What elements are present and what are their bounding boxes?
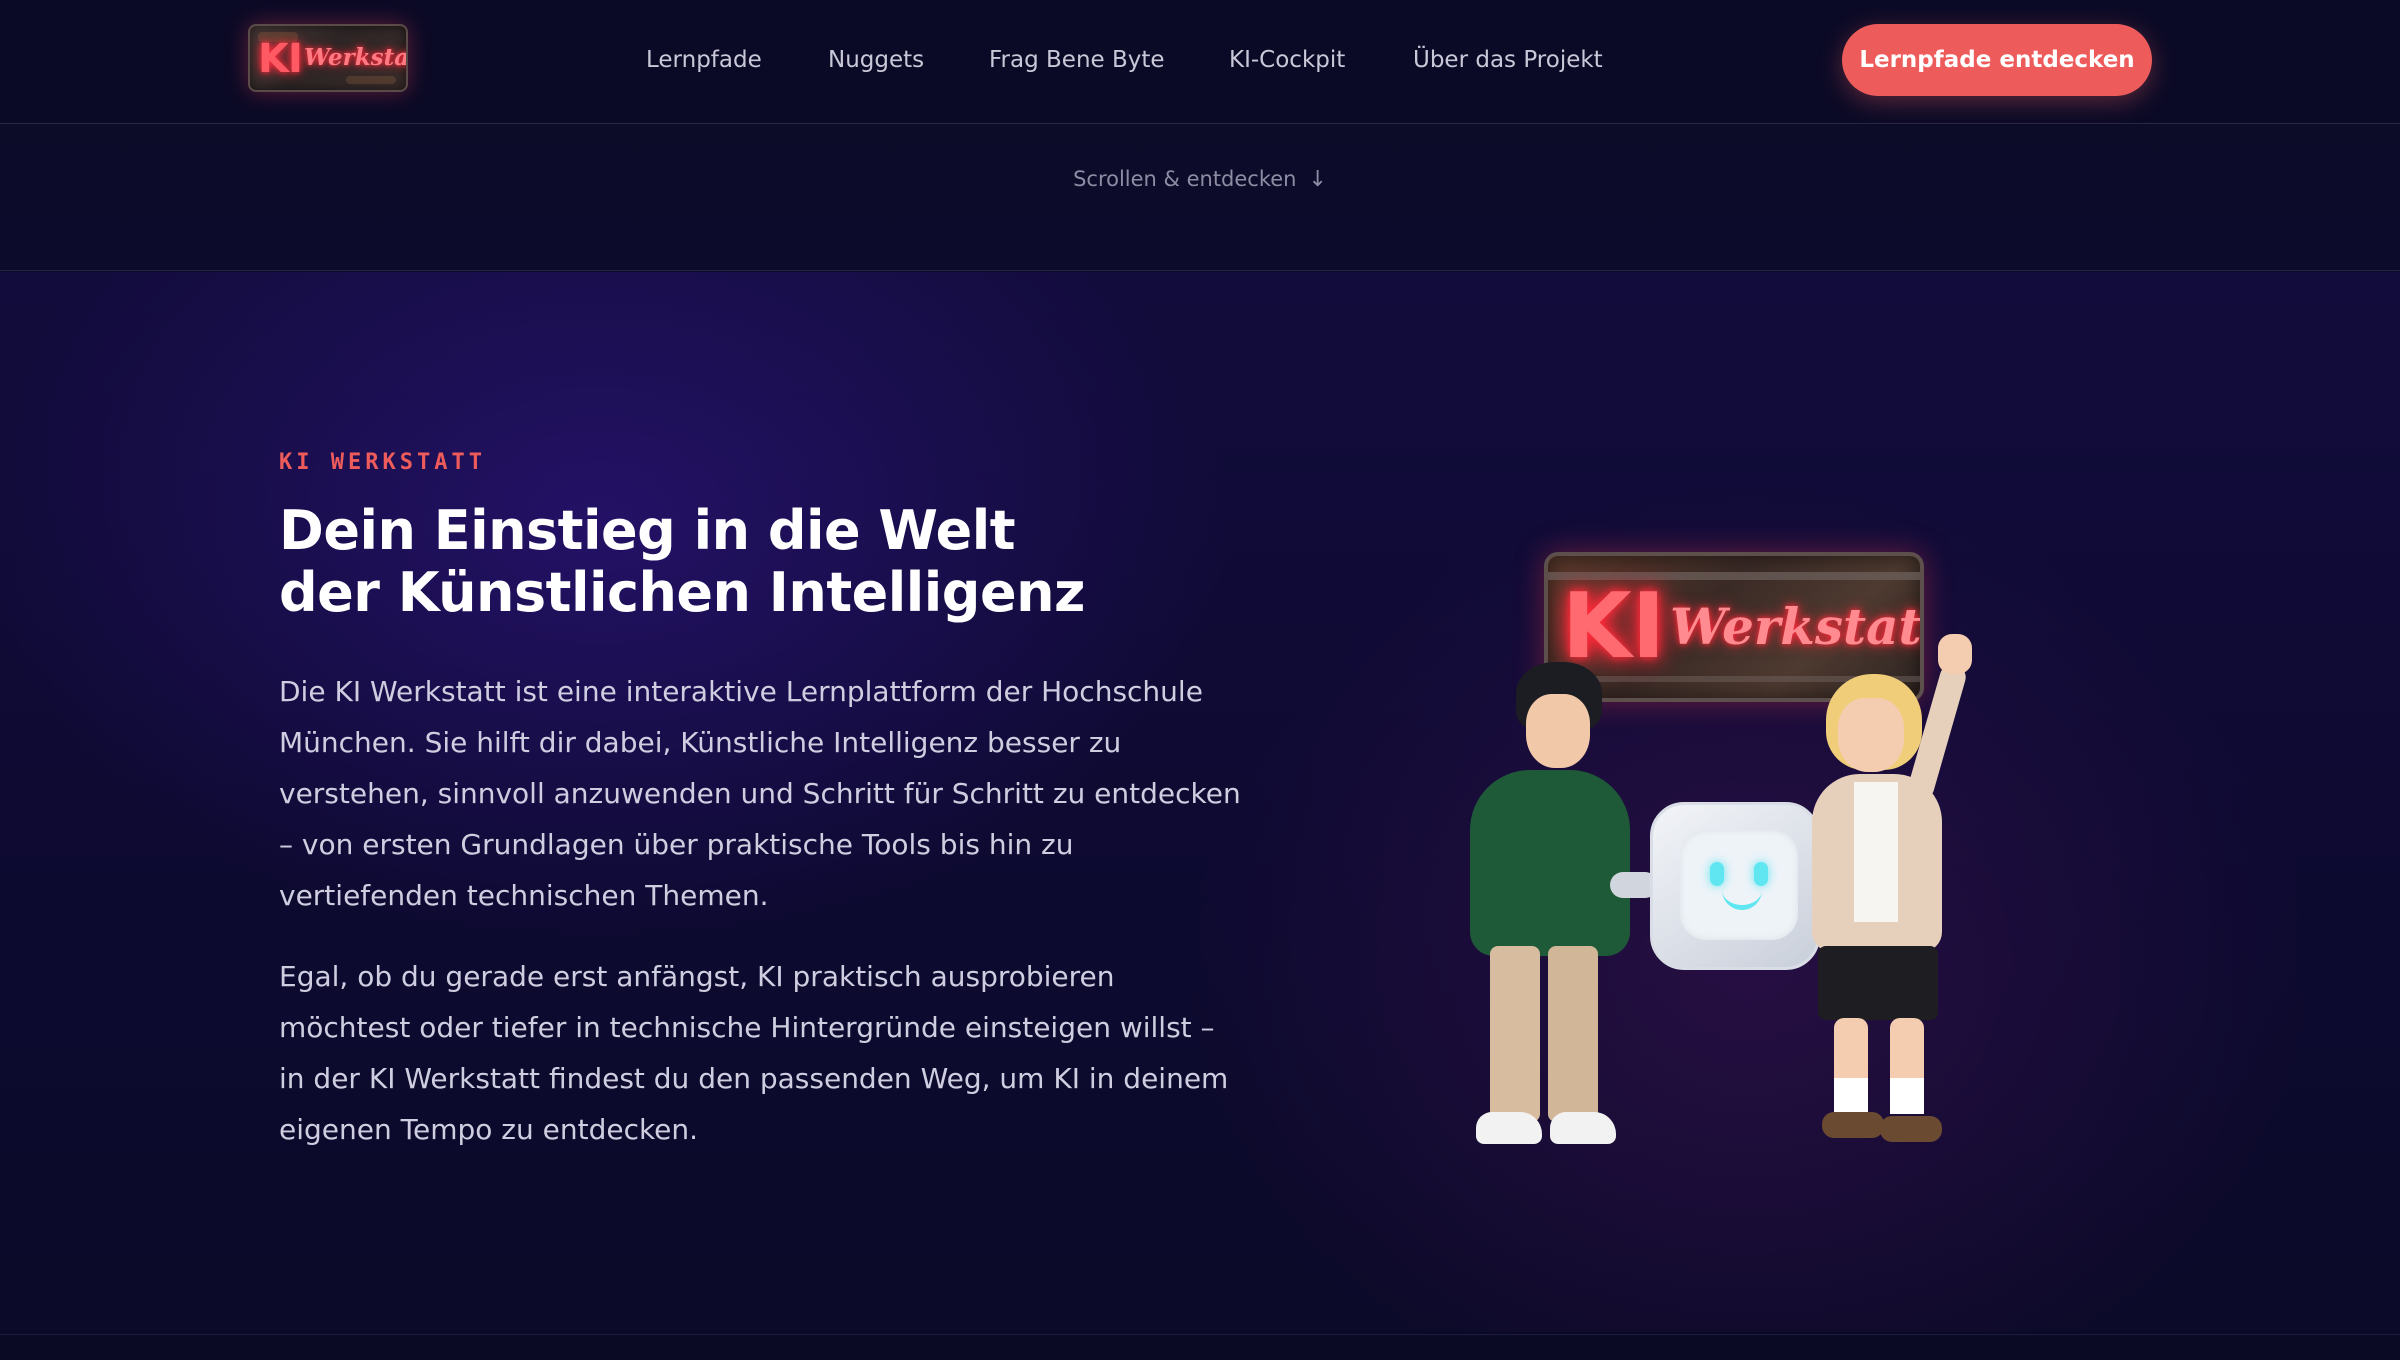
boy-character-hoodie [1470, 770, 1630, 956]
scroll-hint-label: Scrollen & entdecken [1073, 167, 1297, 191]
paragraph-line: Egal, ob du gerade erst anfängst, KI pra… [279, 960, 1115, 993]
hero-headline-line: der Künstlichen Intelligenz [279, 561, 1085, 624]
hero-headline-line: Dein Einstieg in die Welt [279, 499, 1016, 562]
girl-character-face [1838, 698, 1904, 772]
nav-item-ueber-das-projekt[interactable]: Über das Projekt [1413, 42, 1603, 78]
hero-paragraph-details: Egal, ob du gerade erst anfängst, KI pra… [279, 951, 1259, 1155]
paragraph-line: eigenen Tempo zu entdecken. [279, 1113, 699, 1146]
girl-character-shorts [1818, 946, 1938, 1020]
paragraph-line: verstehen, sinnvoll anzuwenden und Schri… [279, 777, 1241, 810]
hero-eyebrow: KI WERKSTATT [279, 450, 486, 475]
hero-illustration: KI Werkstatt [1450, 552, 2010, 1144]
boy-character-shoe [1476, 1112, 1542, 1144]
scroll-strip: Scrollen & entdecken ↓ [0, 125, 2400, 271]
site-logo[interactable]: KI Werkstatt [248, 24, 408, 92]
nav-item-nuggets[interactable]: Nuggets [828, 42, 924, 78]
logo-ki-text: KI [258, 36, 303, 82]
section-divider [0, 1334, 2400, 1335]
scroll-hint[interactable]: Scrollen & entdecken ↓ [0, 167, 2400, 192]
paragraph-line: vertiefenden technischen Themen. [279, 879, 769, 912]
nav-item-ki-cockpit[interactable]: KI-Cockpit [1229, 42, 1345, 78]
boy-character-leg [1490, 946, 1540, 1122]
girl-character-waving-hand [1938, 634, 1972, 674]
hero-headline: Dein Einstieg in die Welt der Künstliche… [279, 500, 1279, 624]
girl-character-sock [1834, 1078, 1868, 1114]
robot-eye [1710, 862, 1724, 886]
paragraph-line: München. Sie hilft dir dabei, Künstliche… [279, 726, 1122, 759]
nav-item-frag-bene-byte[interactable]: Frag Bene Byte [989, 42, 1165, 78]
boy-character-face [1526, 694, 1590, 768]
paragraph-line: möchtest oder tiefer in technische Hinte… [279, 1011, 1215, 1044]
logo-rust-decoration [346, 76, 396, 84]
girl-character-sandal [1822, 1112, 1884, 1138]
girl-character-sock [1890, 1078, 1924, 1114]
hero-paragraph-intro: Die KI Werkstatt ist eine interaktive Le… [279, 666, 1259, 921]
paragraph-line: Die KI Werkstatt ist eine interaktive Le… [279, 675, 1203, 708]
girl-character-shirt [1854, 782, 1898, 922]
cta-lernpfade-entdecken-button[interactable]: Lernpfade entdecken [1842, 24, 2152, 96]
arrow-down-icon: ↓ [1308, 167, 1327, 192]
robot-face-screen [1680, 830, 1798, 940]
girl-character-sandal [1880, 1116, 1942, 1142]
sign-werkstatt-text: Werkstatt [1670, 597, 1924, 656]
paragraph-line: in der KI Werkstatt findest du den passe… [279, 1062, 1229, 1095]
logo-werkstatt-text: Werkstatt [304, 44, 408, 71]
hero-section: KI WERKSTATT Dein Einstieg in die Welt d… [0, 272, 2400, 1332]
site-header: KI Werkstatt Lernpfade Nuggets Frag Bene… [0, 0, 2400, 124]
boy-character-leg [1548, 946, 1598, 1122]
paragraph-line: – von ersten Grundlagen über praktische … [279, 828, 1074, 861]
robot-eye [1754, 862, 1768, 886]
boy-character-shoe [1550, 1112, 1616, 1144]
nav-item-lernpfade[interactable]: Lernpfade [646, 42, 762, 78]
